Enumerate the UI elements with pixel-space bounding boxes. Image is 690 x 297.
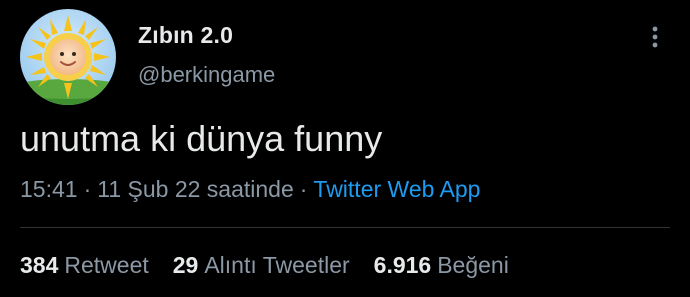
retweets-count: 384: [20, 252, 59, 278]
retweets-label: Retweet: [64, 252, 149, 278]
tweet-source-link[interactable]: Twitter Web App: [313, 176, 480, 202]
quote-tweets-label: Alıntı Tweetler: [204, 252, 350, 278]
avatar[interactable]: [20, 9, 116, 105]
tweet-meta: 15:41 · 11 Şub 22 saatinde · Twitter Web App: [20, 176, 480, 203]
tweet-text: unutma ki dünya funny: [20, 118, 383, 159]
likes-label: Beğeni: [437, 252, 509, 278]
meta-separator: ·: [299, 176, 308, 202]
author-display-name[interactable]: Zıbın 2.0: [138, 22, 233, 49]
retweets-stat[interactable]: 384 Retweet: [20, 252, 149, 279]
more-options-button[interactable]: [640, 22, 670, 52]
quote-tweets-stat[interactable]: 29 Alıntı Tweetler: [173, 252, 350, 279]
likes-stat[interactable]: 6.916 Beğeni: [374, 252, 509, 279]
tweet-card: Zıbın 2.0 @berkingame unutma ki dünya fu…: [0, 0, 690, 297]
likes-count: 6.916: [373, 252, 432, 278]
tweet-time[interactable]: 15:41: [20, 176, 78, 202]
more-vertical-icon: [652, 26, 658, 48]
author-handle[interactable]: @berkingame: [138, 62, 275, 88]
tweet-stats: 384 Retweet 29 Alıntı Tweetler 6.916 Beğeni: [20, 252, 509, 279]
divider: [20, 227, 670, 228]
tweet-date[interactable]: 11 Şub 22 saatinde: [97, 176, 294, 202]
quote-tweets-count: 29: [172, 252, 199, 278]
meta-separator: ·: [83, 176, 92, 202]
sun-baby-avatar-icon: [20, 9, 116, 105]
